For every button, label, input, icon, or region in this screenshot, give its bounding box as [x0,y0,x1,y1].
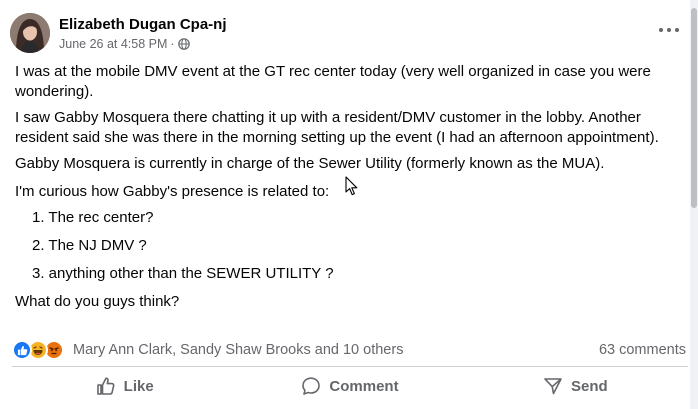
post-card: Elizabeth Dugan Cpa-nj June 26 at 4:58 P… [0,0,690,409]
author-name[interactable]: Elizabeth Dugan Cpa-nj [59,15,227,34]
comments-count[interactable]: 63 comments [599,342,688,358]
reaction-names[interactable]: Mary Ann Clark, Sandy Shaw Brooks and 10… [73,342,403,358]
post-paragraph: I'm curious how Gabby's presence is rela… [15,183,330,200]
list-item: 2. The NJ DMV ? [32,237,147,254]
reactions-bar: Mary Ann Clark, Sandy Shaw Brooks and 10… [12,339,688,361]
post-paragraph: I saw Gabby Mosquera there chatting it u… [15,109,659,146]
author-avatar[interactable] [10,13,50,53]
scroll-thumb[interactable] [691,8,697,208]
thumbs-up-icon [96,377,115,395]
like-label: Like [123,377,154,395]
comment-icon [302,377,321,395]
list-item: 3. anything other than the SEWER UTILITY… [32,265,334,282]
post-closing: What do you guys think? [15,293,180,310]
like-icon [12,340,32,360]
post-paragraph: Gabby Mosquera is currently in charge of… [15,155,605,172]
send-label: Send [570,377,608,395]
send-icon [544,378,562,395]
more-options-icon[interactable] [656,22,682,38]
send-button[interactable]: Send [463,370,688,402]
post-header: Elizabeth Dugan Cpa-nj June 26 at 4:58 P… [10,12,227,54]
comment-label: Comment [329,377,399,395]
like-button[interactable]: Like [12,370,237,402]
post-meta: June 26 at 4:58 PM · [59,36,227,52]
reaction-icons[interactable] [12,340,64,360]
author-block: Elizabeth Dugan Cpa-nj June 26 at 4:58 P… [59,15,227,52]
divider [12,366,688,367]
list-item: 1. The rec center? [32,209,154,226]
post-paragraph: I was at the mobile DMV event at the GT … [15,63,651,100]
comment-button[interactable]: Comment [237,370,462,402]
meta-separator: · [170,36,175,51]
post-timestamp[interactable]: June 26 at 4:58 PM [59,36,167,52]
scrollbar[interactable] [690,0,698,409]
globe-icon[interactable] [177,37,190,50]
action-bar: Like Comment Send [12,370,688,402]
